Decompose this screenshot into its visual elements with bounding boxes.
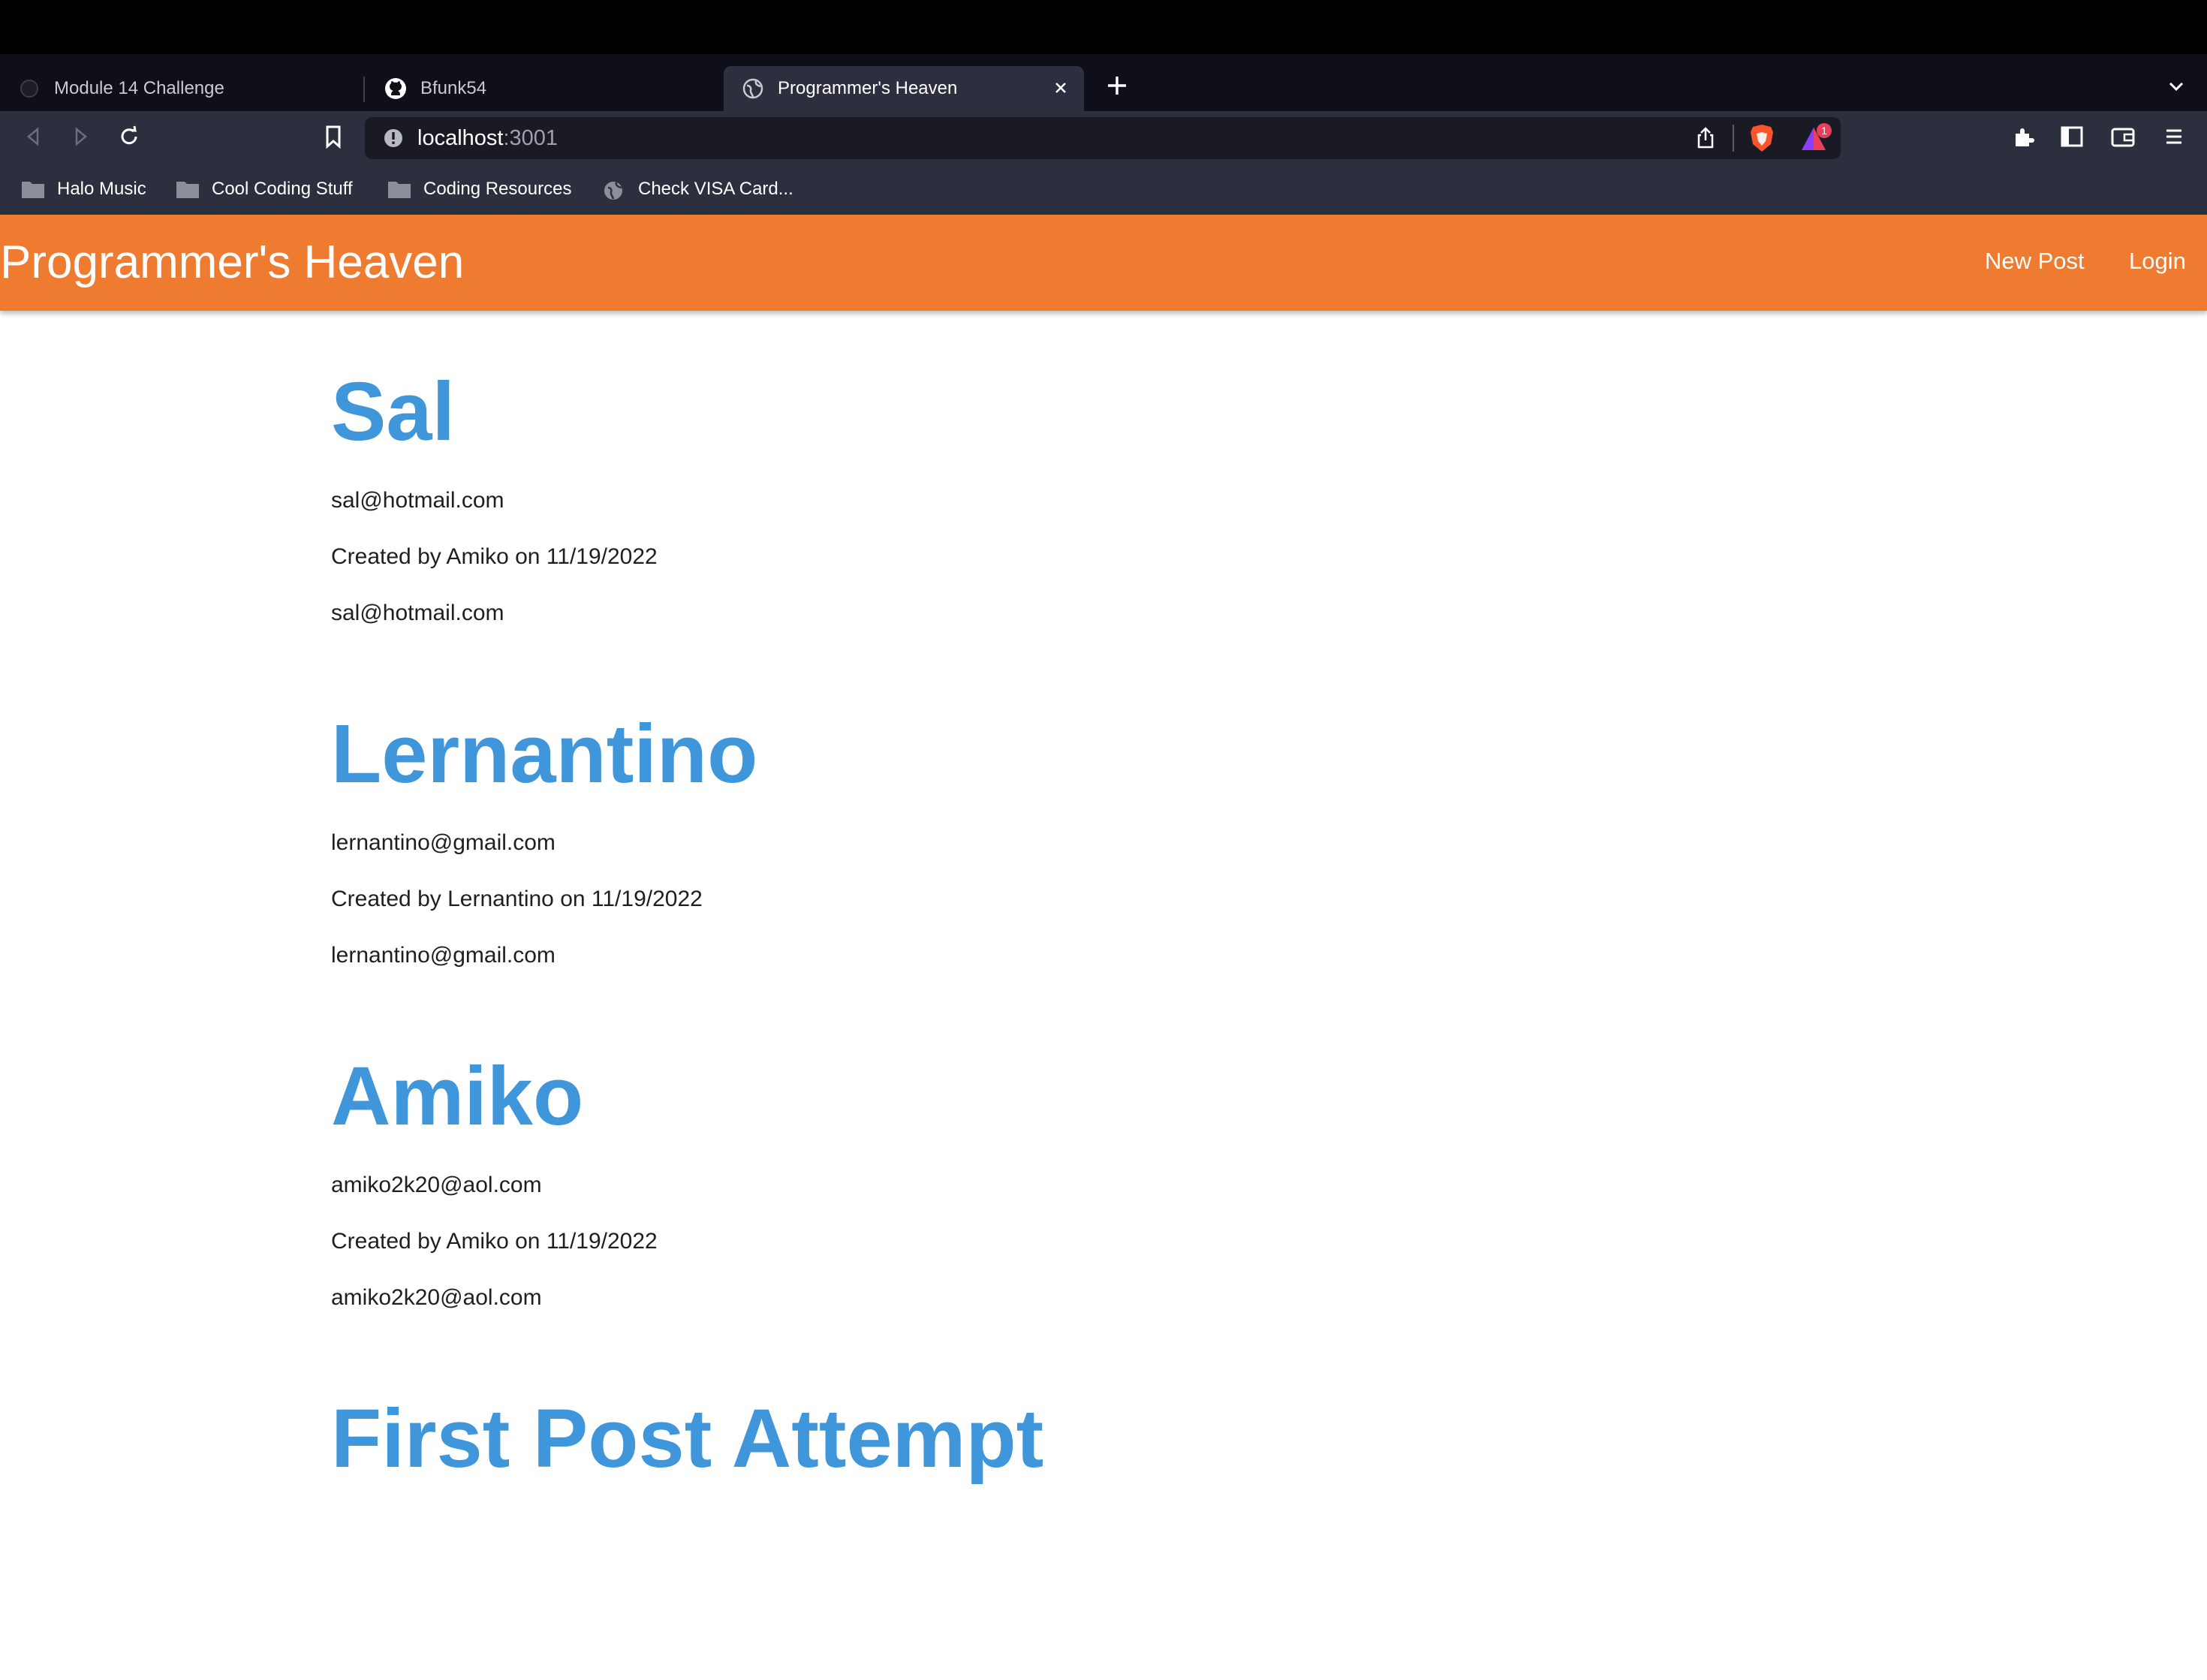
address-bar[interactable]: localhost:3001 1	[365, 117, 1841, 159]
post-list: Sal sal@hotmail.com Created by Amiko on …	[331, 311, 2133, 1680]
new-post-link[interactable]: New Post	[1985, 248, 2085, 275]
window-top-strip	[0, 0, 2207, 54]
forward-button[interactable]	[66, 122, 96, 152]
brave-rewards-icon[interactable]: 1	[1799, 122, 1832, 158]
menu-icon[interactable]	[2159, 122, 2189, 152]
tab-programmers-heaven[interactable]: Programmer's Heaven	[724, 66, 1084, 111]
globe-icon	[602, 179, 626, 200]
github-icon	[384, 77, 407, 100]
wallet-icon[interactable]	[2108, 122, 2138, 152]
url-text: localhost:3001	[417, 126, 559, 150]
brave-shields-icon[interactable]	[1748, 123, 1776, 157]
tab-title: Bfunk54	[420, 78, 487, 98]
bookmark-label: Halo Music	[57, 179, 146, 199]
bookmark-icon[interactable]	[318, 122, 348, 152]
post-title[interactable]: Lernantino	[331, 713, 757, 796]
post-email: amiko2k20@aol.com	[331, 1285, 542, 1310]
tab-module-14-challenge[interactable]: Module 14 Challenge	[0, 66, 360, 111]
post-meta: Created by Amiko on 11/19/2022	[331, 544, 658, 569]
login-link[interactable]: Login	[2129, 248, 2186, 275]
rewards-badge: 1	[1821, 125, 1827, 137]
bookmark-coding-resources[interactable]: Coding Resources	[387, 176, 571, 203]
post-email: lernantino@gmail.com	[331, 943, 556, 968]
globe-icon	[18, 77, 41, 100]
site-header: Programmer's Heaven New Post Login	[0, 215, 2207, 311]
share-icon[interactable]	[1694, 126, 1718, 154]
reload-button[interactable]	[114, 122, 144, 152]
folder-icon	[387, 179, 411, 199]
post-email: sal@hotmail.com	[331, 601, 504, 625]
bookmark-cool-coding-stuff[interactable]: Cool Coding Stuff	[176, 176, 353, 203]
bookmark-label: Check VISA Card...	[638, 179, 793, 199]
bookmark-label: Cool Coding Stuff	[212, 179, 353, 199]
close-tab-icon[interactable]	[1049, 77, 1072, 99]
post-title[interactable]: Sal	[331, 371, 455, 453]
post-title[interactable]: First Post Attempt	[331, 1398, 1043, 1480]
post-content: amiko2k20@aol.com	[331, 1173, 542, 1197]
site-brand[interactable]: Programmer's Heaven	[0, 236, 464, 289]
post-card: Lernantino lernantino@gmail.com Created …	[331, 653, 2133, 995]
extensions-icon[interactable]	[2009, 122, 2039, 152]
folder-icon	[21, 179, 45, 199]
bookmark-halo-music[interactable]: Halo Music	[21, 176, 146, 203]
browser-toolbar: localhost:3001 1	[0, 111, 2207, 164]
tab-bfunk54[interactable]: Bfunk54	[366, 66, 724, 111]
back-button[interactable]	[18, 122, 48, 152]
new-tab-icon[interactable]	[1104, 72, 1131, 99]
sidebar-toggle-icon[interactable]	[2057, 122, 2087, 152]
site-info-icon[interactable]	[383, 128, 404, 149]
tab-title: Programmer's Heaven	[778, 78, 958, 98]
folder-icon	[176, 179, 200, 199]
post-content: sal@hotmail.com	[331, 488, 504, 513]
post-title[interactable]: Amiko	[331, 1055, 583, 1138]
post-card: First Post Attempt	[331, 1338, 2133, 1680]
globe-icon	[742, 77, 764, 100]
bookmark-label: Coding Resources	[423, 179, 572, 199]
post-meta: Created by Amiko on 11/19/2022	[331, 1229, 658, 1254]
bookmark-check-visa-card[interactable]: Check VISA Card...	[602, 176, 793, 203]
bookmarks-bar: Halo Music Cool Coding Stuff Coding Reso…	[0, 164, 2207, 215]
tab-title: Module 14 Challenge	[54, 78, 224, 98]
post-card: Sal sal@hotmail.com Created by Amiko on …	[331, 311, 2133, 653]
post-content: lernantino@gmail.com	[331, 830, 556, 855]
chevron-down-icon[interactable]	[2165, 75, 2187, 98]
post-card: Amiko amiko2k20@aol.com Created by Amiko…	[331, 995, 2133, 1338]
post-meta: Created by Lernantino on 11/19/2022	[331, 887, 703, 911]
tab-separator	[363, 77, 365, 102]
urlbar-divider	[1733, 125, 1734, 152]
